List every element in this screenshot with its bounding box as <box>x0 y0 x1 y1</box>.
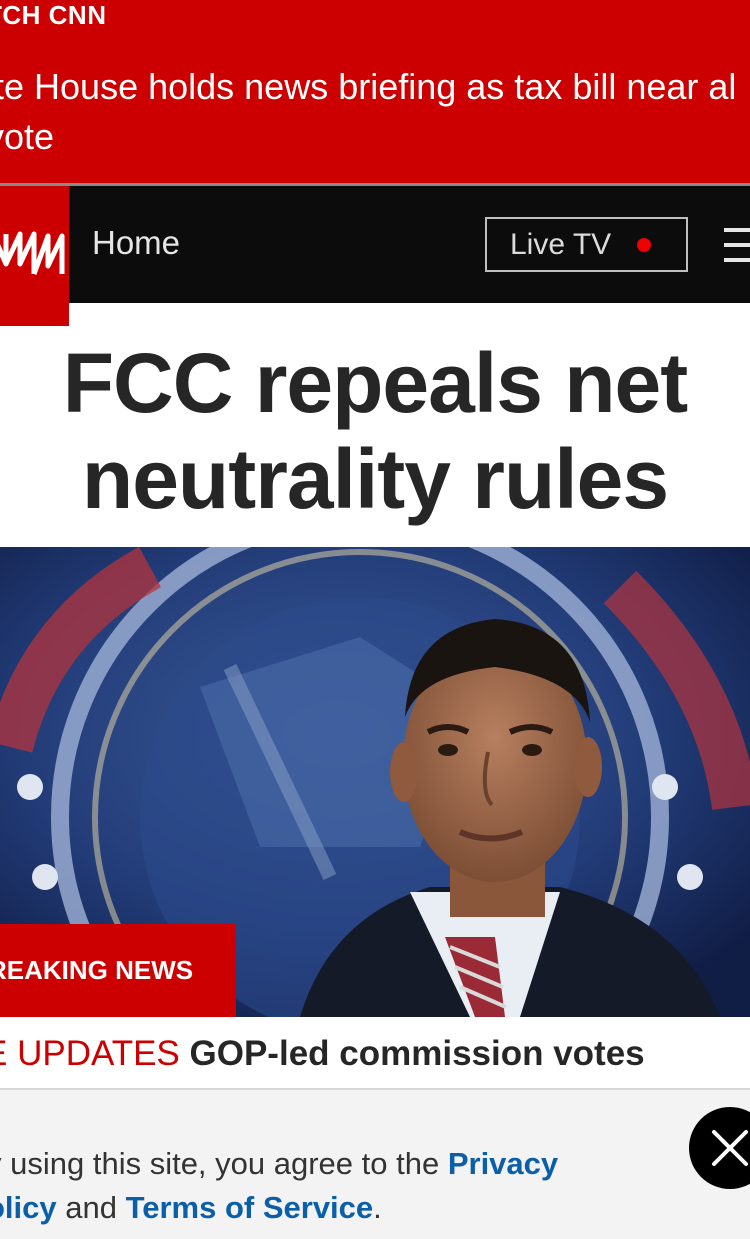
story-summary: GOP-led commission votes <box>189 1034 645 1073</box>
privacy-text-middle: and <box>56 1190 126 1225</box>
live-label: TCH CNN <box>0 0 107 30</box>
page-title[interactable]: FCC repeals net neutrality rules <box>0 335 750 527</box>
privacy-text-before: y using this site, you agree to the <box>0 1146 448 1181</box>
terms-of-service-link[interactable]: Terms of Service <box>126 1190 374 1225</box>
live-banner[interactable]: TCH CNN ite House holds news briefing as… <box>0 0 750 183</box>
live-dot-icon <box>637 237 652 252</box>
breaking-news-label: REAKING NEWS <box>0 955 194 985</box>
privacy-text-after: . <box>373 1190 382 1225</box>
hamburger-menu-icon[interactable] <box>724 228 750 262</box>
story-link[interactable]: E UPDATES GOP-led commission votes <box>0 1034 645 1074</box>
live-tv-label: Live TV <box>510 227 612 261</box>
privacy-text: y using this site, you agree to the Priv… <box>0 1142 626 1230</box>
live-headline[interactable]: ite House holds news briefing as tax bil… <box>0 62 750 162</box>
live-tv-button[interactable]: Live TV <box>485 217 688 272</box>
privacy-banner: y using this site, you agree to the Priv… <box>0 1088 750 1239</box>
cnn-logo-icon[interactable] <box>0 186 69 326</box>
breaking-news-badge: REAKING NEWS <box>0 924 236 1017</box>
live-updates-label: E UPDATES <box>0 1034 180 1073</box>
nav-home-label[interactable]: Home <box>92 224 180 262</box>
top-nav: Home Live TV <box>0 186 750 303</box>
